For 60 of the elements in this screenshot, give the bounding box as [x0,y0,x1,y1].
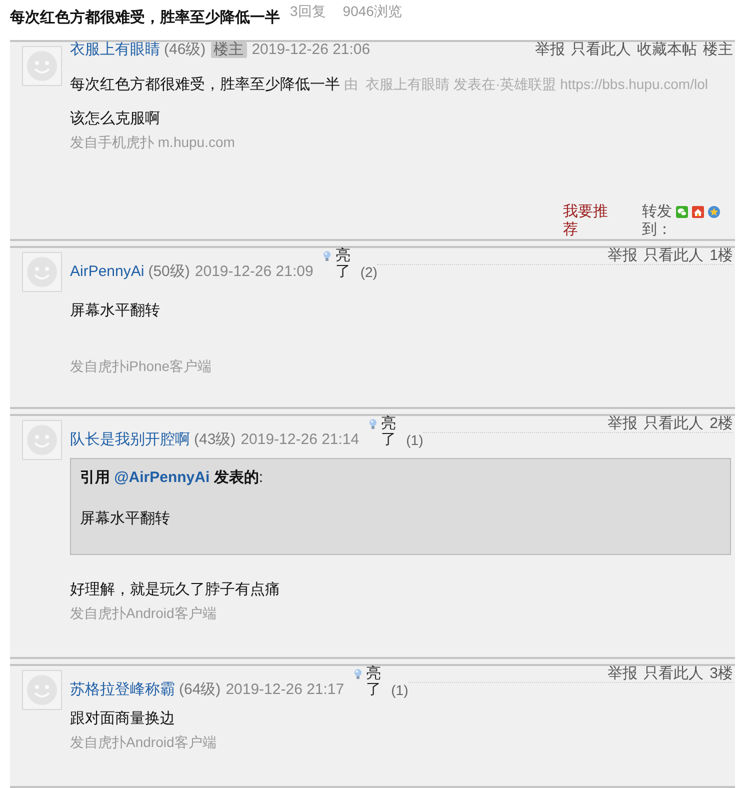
author-badge: 楼主 [210,42,247,58]
post-action-link[interactable]: 收藏本帖 [637,42,697,59]
post-action-link[interactable]: 只看此人 [644,666,704,682]
author-link[interactable]: AirPennyAi [70,264,144,280]
recommend-link[interactable]: 我要推荐 [563,203,608,239]
light-button[interactable]: 亮了 [354,666,382,698]
client-signature: 发自手机虎扑 m.hupu.com [70,134,236,150]
chat-bubbles-icon[interactable] [676,206,688,218]
user-level: (46级) [164,42,206,58]
light-count: (2) [360,264,378,280]
client-signature: 发自虎扑Android客户端 [70,605,218,621]
light-button[interactable]: 亮了 [323,248,350,280]
light-bulb-icon [369,419,378,429]
post-headline: 每次红色方都很难受，胜率至少降低一半 [70,76,340,93]
post-time: 2019-12-26 21:17 [226,682,344,698]
light-bulb-icon [323,251,332,261]
post-action-link[interactable]: 只看此人 [644,248,704,264]
smiley-avatar-icon [22,670,62,710]
post-time: 2019-12-26 21:06 [252,42,370,58]
post-body: 跟对面商量换边 [70,711,176,727]
light-button[interactable]: 亮了 [369,416,396,448]
topic-title: 每次红色方都很难受，胜率至少降低一半 [10,10,280,26]
light-count: (1) [406,432,424,448]
smiley-avatar-icon [22,420,62,460]
post-action-link[interactable]: 只看此人 [644,416,704,432]
author-link[interactable]: 队长是我别开腔啊 [70,432,190,448]
post-action-link[interactable]: 举报 [608,666,638,682]
client-signature: 发自虎扑Android客户端 [70,734,218,750]
floor-number: 楼主 [703,42,733,59]
author-link[interactable]: 衣服上有眼睛 [70,42,160,58]
smiley-avatar-icon [22,46,62,86]
house-tile-icon[interactable] [692,206,704,218]
post-time: 2019-12-26 21:14 [240,432,360,448]
post-time: 2019-12-26 21:09 [194,264,314,280]
star-disc-icon[interactable] [708,206,720,218]
quote-text: 屏幕水平翻转 [80,511,171,527]
quoted-user-link[interactable]: @AirPennyAi [114,469,210,486]
post-body: 该怎么克服啊 [70,111,161,127]
post-action-link[interactable]: 举报 [608,248,638,264]
post-body: 好理解，就是玩久了脖子有点痛 [70,582,281,598]
reply-count: 3回复 [290,3,326,19]
floor-number: 3楼 [710,666,733,682]
user-level: (64级) [179,682,221,698]
floor-number: 1楼 [710,248,733,264]
user-level: (43级) [194,432,236,448]
light-count: (1) [391,682,408,698]
author-link[interactable]: 苏格拉登峰称霸 [70,682,175,698]
user-level: (50级) [148,264,190,280]
light-bulb-icon [354,669,362,679]
post-action-link[interactable]: 只看此人 [571,42,631,59]
smiley-avatar-icon [22,252,62,292]
post-body: 屏幕水平翻转 [70,303,161,319]
view-count: 9046浏览 [342,3,402,19]
post-action-link[interactable]: 举报 [608,416,638,432]
post-action-link[interactable]: 举报 [535,42,565,59]
share-label: 转发到： [642,203,672,239]
floor-number: 2楼 [710,416,733,432]
post-source: 由 衣服上有眼睛 发表在·英雄联盟 https://bbs.hupu.com/lol [342,76,708,92]
client-signature: 发自虎扑iPhone客户端 [70,358,213,374]
quote-header: 引用 @AirPennyAi 发表的: [80,470,264,486]
